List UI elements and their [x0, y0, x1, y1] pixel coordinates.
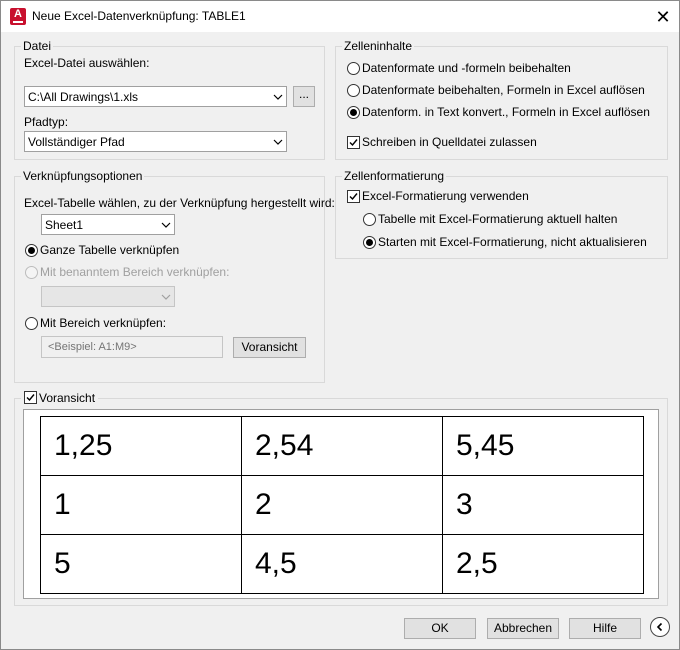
table-cell: 2,54 [241, 416, 443, 476]
table-cell: 2,5 [442, 534, 644, 594]
checkmark-icon [349, 193, 358, 201]
radio-whole-table[interactable] [25, 244, 38, 257]
chevron-down-icon [161, 294, 171, 300]
table-cell: 5 [40, 534, 242, 594]
pathtype-label: Pfadtyp: [24, 115, 69, 129]
excel-file-combo[interactable]: C:\All Drawings\1.xls [24, 86, 287, 107]
pathtype-combo[interactable]: Vollständiger Pfad [24, 131, 287, 152]
close-icon[interactable]: ✕ [647, 3, 679, 31]
table-cell: 3 [442, 475, 644, 535]
zellenformatierung-legend: Zellenformatierung [342, 169, 447, 183]
preview-label: Voransicht [39, 391, 99, 405]
use-excel-checkbox[interactable] [347, 190, 360, 203]
table-cell: 2 [241, 475, 443, 535]
chevron-down-icon [273, 139, 283, 145]
sheet-label: Excel-Tabelle wählen, zu der Verknüpfung… [24, 196, 335, 210]
cancel-button[interactable]: Abbrechen [487, 618, 559, 639]
whole-table-label: Ganze Tabelle verknüpfen [40, 243, 180, 257]
radio-range[interactable] [25, 317, 38, 330]
write-source-label: Schreiben in Quelldatei zulassen [362, 135, 537, 149]
table-cell: 4,5 [241, 534, 443, 594]
checkmark-icon [26, 394, 35, 402]
dialog-window: A Neue Excel-Datenverknüpfung: TABLE1 ✕ … [0, 0, 680, 650]
range-input[interactable] [41, 336, 223, 358]
range-input-field[interactable] [42, 337, 222, 357]
sheet-combo[interactable]: Sheet1 [41, 214, 175, 235]
datei-legend: Datei [21, 39, 54, 53]
table-cell: 5,45 [442, 416, 644, 476]
table-row: 1,25 2,54 5,45 [40, 416, 644, 476]
radio-keep-formats-formulas[interactable] [347, 62, 360, 75]
excel-file-label: Excel-Datei auswählen: [24, 56, 150, 70]
keep-formats-formulas-label: Datenformate und -formeln beibehalten [362, 61, 571, 75]
convert-text-label: Datenform. in Text konvert., Formeln in … [362, 105, 650, 119]
preview-button[interactable]: Voransicht [233, 337, 306, 358]
chevron-down-icon [161, 222, 171, 228]
preview-area: 1,25 2,54 5,45 1 2 3 5 4,5 2,5 [23, 409, 659, 599]
browse-button[interactable]: ... [293, 86, 315, 107]
zelleninhalte-legend: Zelleninhalte [342, 39, 415, 53]
radio-named-range[interactable] [25, 266, 38, 279]
autocad-icon: A [10, 8, 26, 25]
radio-convert-text[interactable] [347, 106, 360, 119]
radio-keep-formats-resolve[interactable] [347, 84, 360, 97]
keep-updated-label: Tabelle mit Excel-Formatierung aktuell h… [378, 212, 618, 226]
radio-start-only[interactable] [363, 236, 376, 249]
chevron-left-circle-icon[interactable] [650, 617, 670, 637]
excel-file-value: C:\All Drawings\1.xls [28, 90, 139, 104]
preview-table: 1,25 2,54 5,45 1 2 3 5 4,5 2,5 [40, 416, 644, 594]
help-button[interactable]: Hilfe [569, 618, 641, 639]
table-row: 5 4,5 2,5 [40, 534, 644, 594]
table-cell: 1 [40, 475, 242, 535]
app-icon-letter: A [14, 8, 22, 20]
radio-keep-updated[interactable] [363, 213, 376, 226]
use-excel-label: Excel-Formatierung verwenden [362, 189, 529, 203]
named-range-label: Mit benanntem Bereich verknüpfen: [40, 265, 230, 279]
named-range-combo[interactable] [41, 286, 175, 307]
pathtype-value: Vollständiger Pfad [28, 135, 125, 149]
table-cell: 1,25 [40, 416, 242, 476]
checkmark-icon [349, 139, 358, 147]
preview-checkbox[interactable] [21, 388, 40, 407]
range-label: Mit Bereich verknüpfen: [40, 316, 167, 330]
ok-button[interactable]: OK [404, 618, 476, 639]
start-only-label: Starten mit Excel-Formatierung, nicht ak… [378, 235, 647, 249]
write-source-checkbox[interactable] [347, 136, 360, 149]
keep-formats-resolve-label: Datenformate beibehalten, Formeln in Exc… [362, 83, 645, 97]
title-bar: A Neue Excel-Datenverknüpfung: TABLE1 ✕ [1, 1, 679, 32]
sheet-value: Sheet1 [45, 218, 84, 232]
chevron-down-icon [273, 94, 283, 100]
window-title: Neue Excel-Datenverknüpfung: TABLE1 [32, 9, 246, 23]
table-row: 1 2 3 [40, 475, 644, 535]
verknuepfung-legend: Verknüpfungsoptionen [21, 169, 145, 183]
